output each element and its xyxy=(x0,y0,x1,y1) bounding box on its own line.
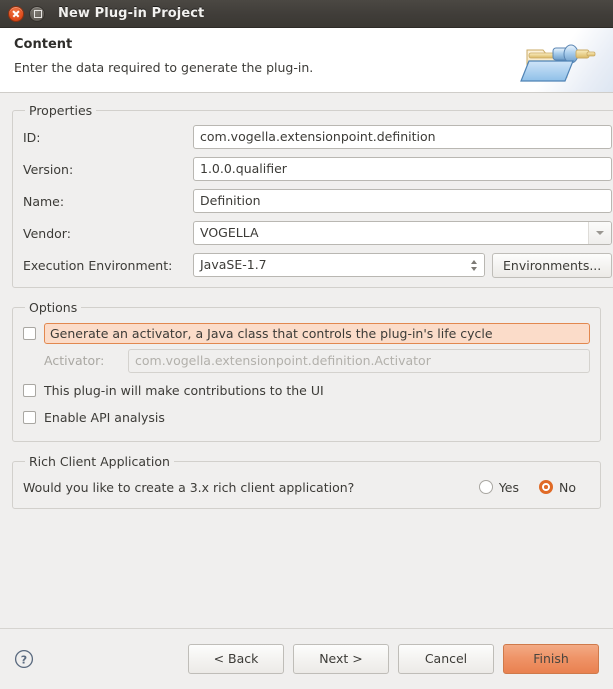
page-description: Enter the data required to generate the … xyxy=(14,60,314,75)
version-row: Version: 1.0.0.qualifier xyxy=(23,156,613,182)
ui-contributions-checkbox[interactable] xyxy=(23,383,36,397)
window-titlebar: New Plug-in Project xyxy=(0,0,613,28)
plugin-folder-banner-icon xyxy=(513,28,613,92)
name-row: Name: Definition xyxy=(23,188,613,214)
rich-client-question: Would you like to create a 3.x rich clie… xyxy=(23,479,355,495)
version-label: Version: xyxy=(23,161,74,177)
execution-environment-value: JavaSE-1.7 xyxy=(200,257,267,272)
execution-environment-row: Execution Environment: JavaSE-1.7 Enviro… xyxy=(23,252,613,278)
new-plugin-project-dialog: New Plug-in Project Content Enter the da… xyxy=(0,0,613,689)
close-icon[interactable] xyxy=(8,5,24,22)
vendor-row: Vendor: VOGELLA xyxy=(23,220,613,246)
rich-client-group: Rich Client Application Would you like t… xyxy=(12,454,601,509)
wizard-content: Properties ID: com.vogella.extensionpoin… xyxy=(0,93,613,628)
generate-activator-label[interactable]: Generate an activator, a Java class that… xyxy=(44,322,590,344)
spinner-down-icon[interactable] xyxy=(471,266,477,271)
activator-label: Activator: xyxy=(44,353,105,368)
chevron-down-glyph xyxy=(596,231,605,235)
rich-client-legend: Rich Client Application xyxy=(29,454,170,469)
chevron-down-icon[interactable] xyxy=(588,222,612,244)
vendor-value: VOGELLA xyxy=(200,225,259,240)
rich-client-yes-label[interactable]: Yes xyxy=(499,480,519,495)
help-question-icon[interactable]: ? xyxy=(14,649,34,669)
vendor-label: Vendor: xyxy=(23,225,71,241)
next-button[interactable]: Next > xyxy=(293,644,389,674)
ui-contributions-label[interactable]: This plug-in will make contributions to … xyxy=(44,383,324,398)
execution-environment-label: Execution Environment: xyxy=(23,257,173,273)
maximize-icon[interactable] xyxy=(29,5,45,22)
api-analysis-label[interactable]: Enable API analysis xyxy=(44,410,165,425)
rich-client-radio-group: Yes No xyxy=(478,480,590,495)
name-input[interactable]: Definition xyxy=(193,189,613,213)
back-button[interactable]: < Back xyxy=(188,644,284,674)
window-title: New Plug-in Project xyxy=(58,6,205,21)
options-legend: Options xyxy=(29,300,78,315)
id-label: ID: xyxy=(23,129,41,145)
generate-activator-row: Generate an activator, a Java class that… xyxy=(23,321,590,345)
activator-input: com.vogella.extensionpoint.definition.Ac… xyxy=(128,348,590,373)
svg-text:?: ? xyxy=(21,653,27,666)
api-analysis-checkbox[interactable] xyxy=(23,410,36,424)
name-label: Name: xyxy=(23,193,65,209)
api-analysis-row: Enable API analysis xyxy=(23,405,590,429)
properties-legend: Properties xyxy=(29,103,93,118)
rich-client-no-label[interactable]: No xyxy=(559,480,576,495)
cancel-button[interactable]: Cancel xyxy=(398,644,494,674)
execution-environment-combo[interactable]: JavaSE-1.7 xyxy=(193,253,485,277)
dialog-button-bar: ? < Back Next > Cancel Finish xyxy=(0,628,613,689)
options-group: Options Generate an activator, a Java cl… xyxy=(12,300,601,442)
environments-button[interactable]: Environments... xyxy=(492,252,613,278)
page-title: Content xyxy=(14,37,73,52)
properties-group: Properties ID: com.vogella.extensionpoin… xyxy=(12,103,613,288)
finish-button[interactable]: Finish xyxy=(503,644,599,674)
rich-client-no-radio[interactable] xyxy=(539,480,553,494)
id-input[interactable]: com.vogella.extensionpoint.definition xyxy=(193,125,613,149)
ui-contributions-row: This plug-in will make contributions to … xyxy=(23,378,590,402)
vendor-combo[interactable]: VOGELLA xyxy=(193,221,613,245)
generate-activator-checkbox[interactable] xyxy=(23,326,36,340)
spinner-up-icon[interactable] xyxy=(471,259,477,264)
rich-client-yes-radio[interactable] xyxy=(478,480,493,494)
version-input[interactable]: 1.0.0.qualifier xyxy=(193,157,613,181)
spinner-arrows[interactable] xyxy=(464,254,484,276)
id-row: ID: com.vogella.extensionpoint.definitio… xyxy=(23,124,613,150)
rich-client-row: Would you like to create a 3.x rich clie… xyxy=(23,475,590,499)
wizard-header: Content Enter the data required to gener… xyxy=(0,28,613,93)
activator-row: Activator: com.vogella.extensionpoint.de… xyxy=(23,348,590,373)
